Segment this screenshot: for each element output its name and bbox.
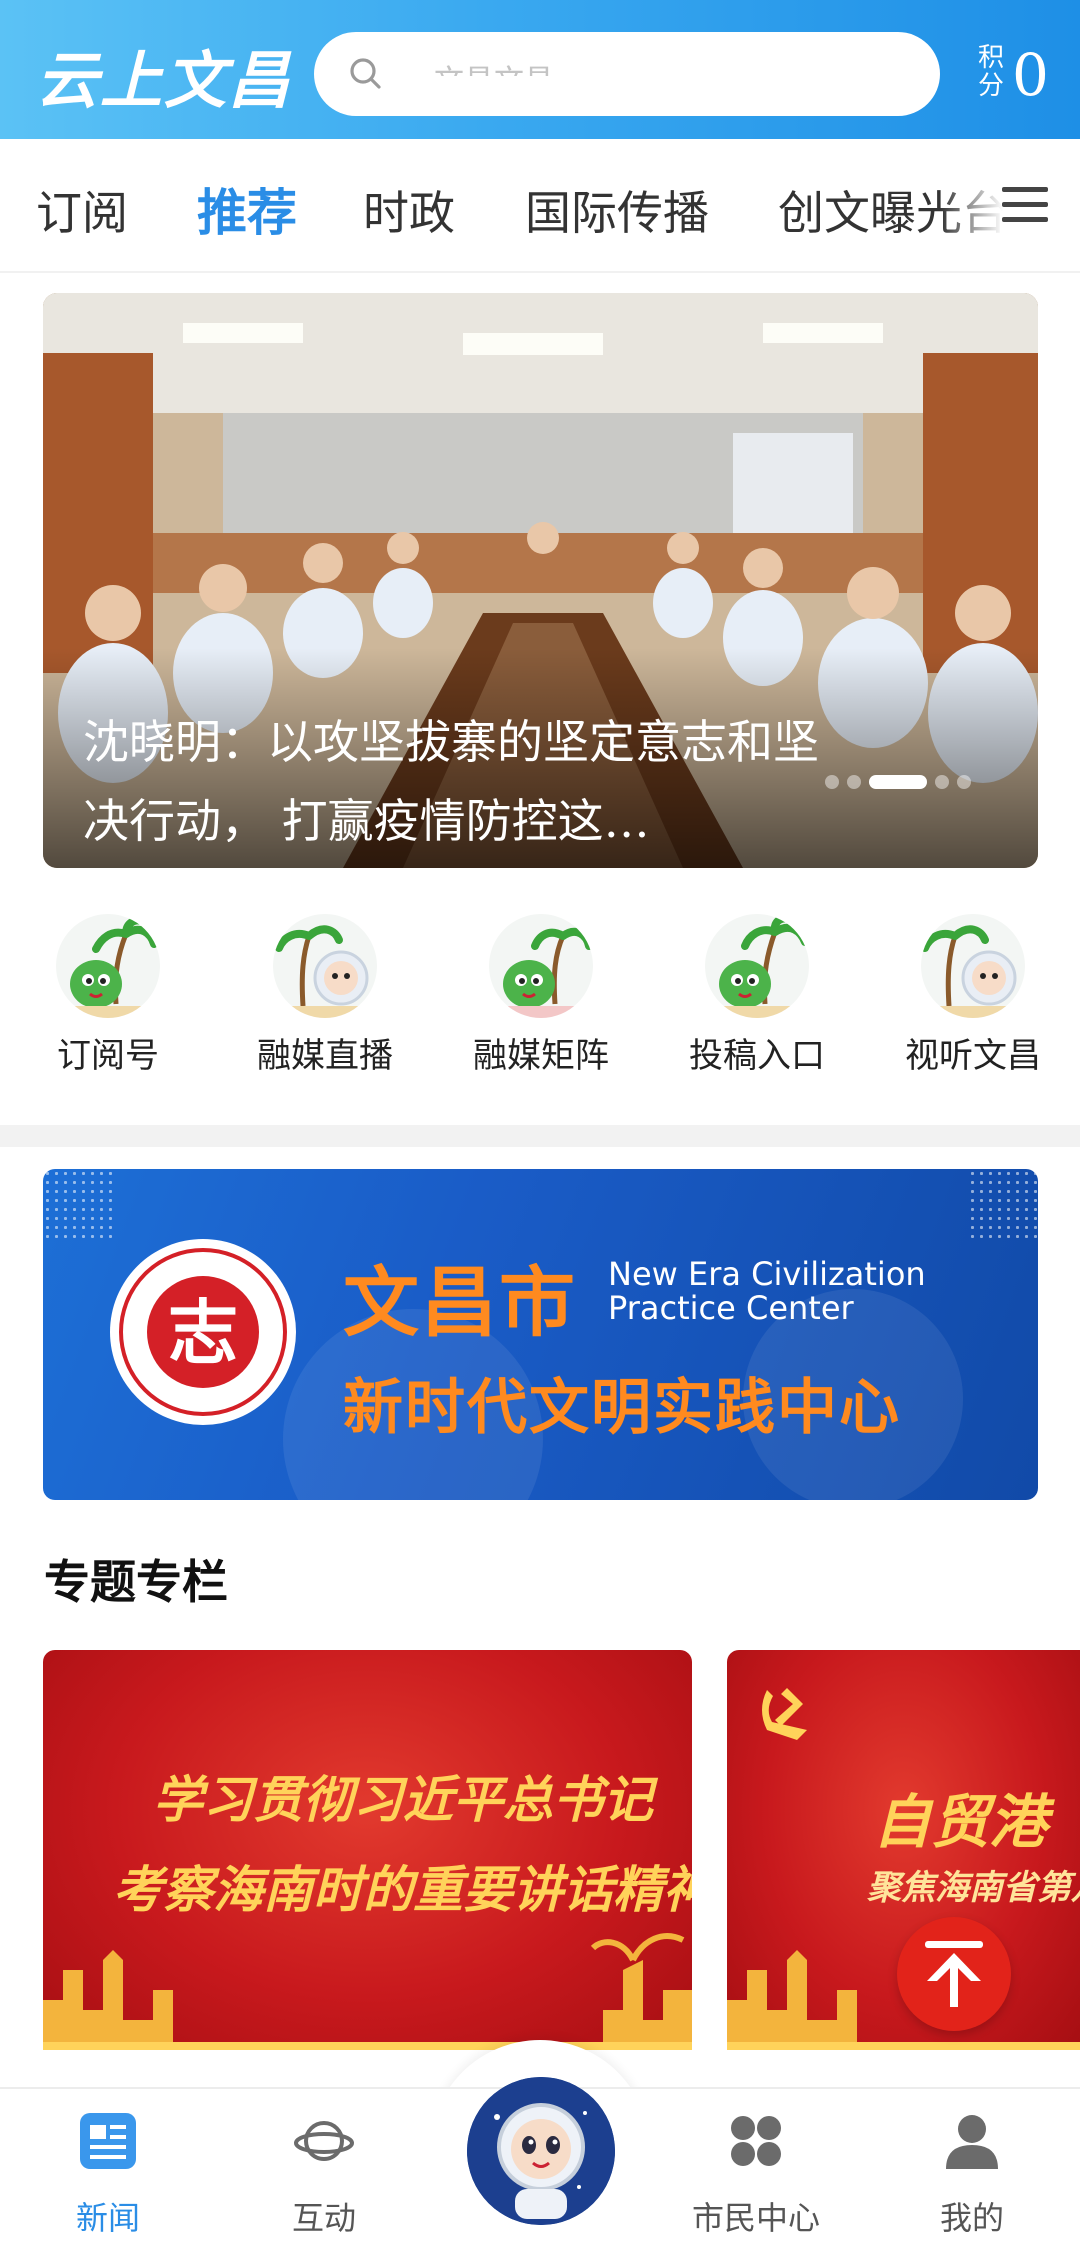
nav-item-interact[interactable]: 互动: [234, 2089, 414, 2250]
search-placeholder: 文昌文昌: [434, 56, 874, 76]
carousel-dot-active[interactable]: [869, 775, 927, 789]
headline-caption[interactable]: 沈晓明：以攻坚拔寨的坚定意志和坚决行动， 打赢疫情防控这…: [83, 703, 833, 861]
quick-link-label: 视听文昌: [905, 1036, 1041, 1076]
back-to-top-button[interactable]: [897, 1917, 1011, 2031]
volunteer-logo-icon: 志: [110, 1239, 296, 1425]
carousel-dot[interactable]: [825, 775, 839, 789]
search-input[interactable]: 文昌文昌: [314, 32, 940, 116]
quick-link-label: 投稿入口: [689, 1036, 825, 1076]
quick-link-matrix[interactable]: 融媒矩阵: [461, 900, 621, 1100]
quick-link-live[interactable]: 融媒直播: [245, 900, 405, 1100]
mascot-astronaut-icon: [273, 914, 377, 1018]
nav-item-news[interactable]: 新闻: [18, 2089, 198, 2250]
quick-link-subscriptions[interactable]: 订阅号: [28, 900, 188, 1100]
banner-english-line2: Practice Center: [608, 1289, 854, 1327]
arrow-up-icon: [925, 1941, 983, 2007]
topic-title-line1: 学习贯彻习近平总书记: [153, 1770, 653, 1829]
tab-subscribe[interactable]: 订阅: [36, 177, 128, 243]
mascot-astronaut-icon: [921, 914, 1025, 1018]
topic-title-line2: 考察海南时的重要讲话精神: [113, 1860, 692, 1919]
banner-subtitle: 新时代文明实践中心: [343, 1373, 901, 1443]
tab-recommend[interactable]: 推荐: [197, 173, 297, 245]
party-emblem-icon: [762, 1688, 807, 1740]
topic-title-line1: 自贸港: [873, 1788, 1048, 1856]
banner-english-line1: New Era Civilization: [608, 1255, 926, 1293]
carousel-dot[interactable]: [935, 775, 949, 789]
astronaut-mascot-icon: [467, 2077, 615, 2225]
headline-carousel[interactable]: 沈晓明：以攻坚拔寨的坚定意志和坚决行动， 打赢疫情防控这…: [43, 293, 1038, 868]
top-header: 云上文昌 文昌文昌 积分 0: [0, 0, 1080, 139]
civilization-center-banner[interactable]: 志 文昌市 New Era Civilization Practice Cent…: [43, 1169, 1038, 1500]
topic-card[interactable]: 学习贯彻习近平总书记 考察海南时的重要讲话精神: [43, 1650, 692, 2050]
mascot-palm-icon: [705, 914, 809, 1018]
topic-title-line2: 聚焦海南省第八: [867, 1868, 1080, 1908]
svg-text:志: 志: [168, 1291, 238, 1374]
quick-link-label: 订阅号: [57, 1036, 159, 1076]
grid-icon: [731, 2116, 781, 2166]
carousel-dot[interactable]: [957, 775, 971, 789]
banner-title: 文昌市: [343, 1258, 577, 1347]
nav-item-me[interactable]: 我的: [882, 2089, 1062, 2250]
nav-label: 互动: [291, 2199, 356, 2237]
quick-link-audiovisual[interactable]: 视听文昌: [893, 900, 1053, 1100]
app-screen: 云上文昌 文昌文昌 积分 0 订阅 推荐 时政 国际传播 创文曝光台: [0, 0, 1080, 2250]
section-divider: [0, 1125, 1080, 1147]
quick-link-label: 融媒矩阵: [473, 1036, 609, 1076]
nav-item-citizen-center[interactable]: 市民中心: [666, 2089, 846, 2250]
nav-label: 市民中心: [691, 2199, 820, 2237]
score-label[interactable]: 积分: [976, 44, 1006, 100]
banner-decoration: [968, 1169, 1038, 1239]
news-icon: [80, 2113, 136, 2169]
nav-label: 新闻: [75, 2199, 140, 2237]
score-value[interactable]: 0: [1012, 40, 1049, 110]
mascot-palm-icon: [489, 914, 593, 1018]
category-tabs: 订阅 推荐 时政 国际传播 创文曝光台: [0, 139, 1080, 273]
astronaut-mascot-button[interactable]: [467, 2077, 615, 2225]
mascot-palm-icon: [56, 914, 160, 1018]
planet-icon: [294, 2121, 354, 2161]
app-logo: 云上文昌: [36, 44, 293, 117]
nav-label: 我的: [939, 2199, 1004, 2237]
banner-decoration: [43, 1169, 113, 1239]
tab-international[interactable]: 国际传播: [525, 177, 709, 243]
carousel-dot[interactable]: [847, 775, 861, 789]
user-icon: [946, 2115, 998, 2169]
quick-link-label: 融媒直播: [257, 1036, 393, 1076]
quick-link-submit[interactable]: 投稿入口: [677, 900, 837, 1100]
tab-politics[interactable]: 时政: [363, 177, 455, 243]
menu-icon[interactable]: [1002, 185, 1048, 225]
skyline-decoration: [43, 1933, 692, 2050]
search-icon: [350, 58, 381, 89]
section-title: 专题专栏: [44, 1555, 228, 1609]
quick-links: 订阅号 融媒直播 融媒矩阵 投稿入口 视听文昌: [0, 900, 1080, 1125]
